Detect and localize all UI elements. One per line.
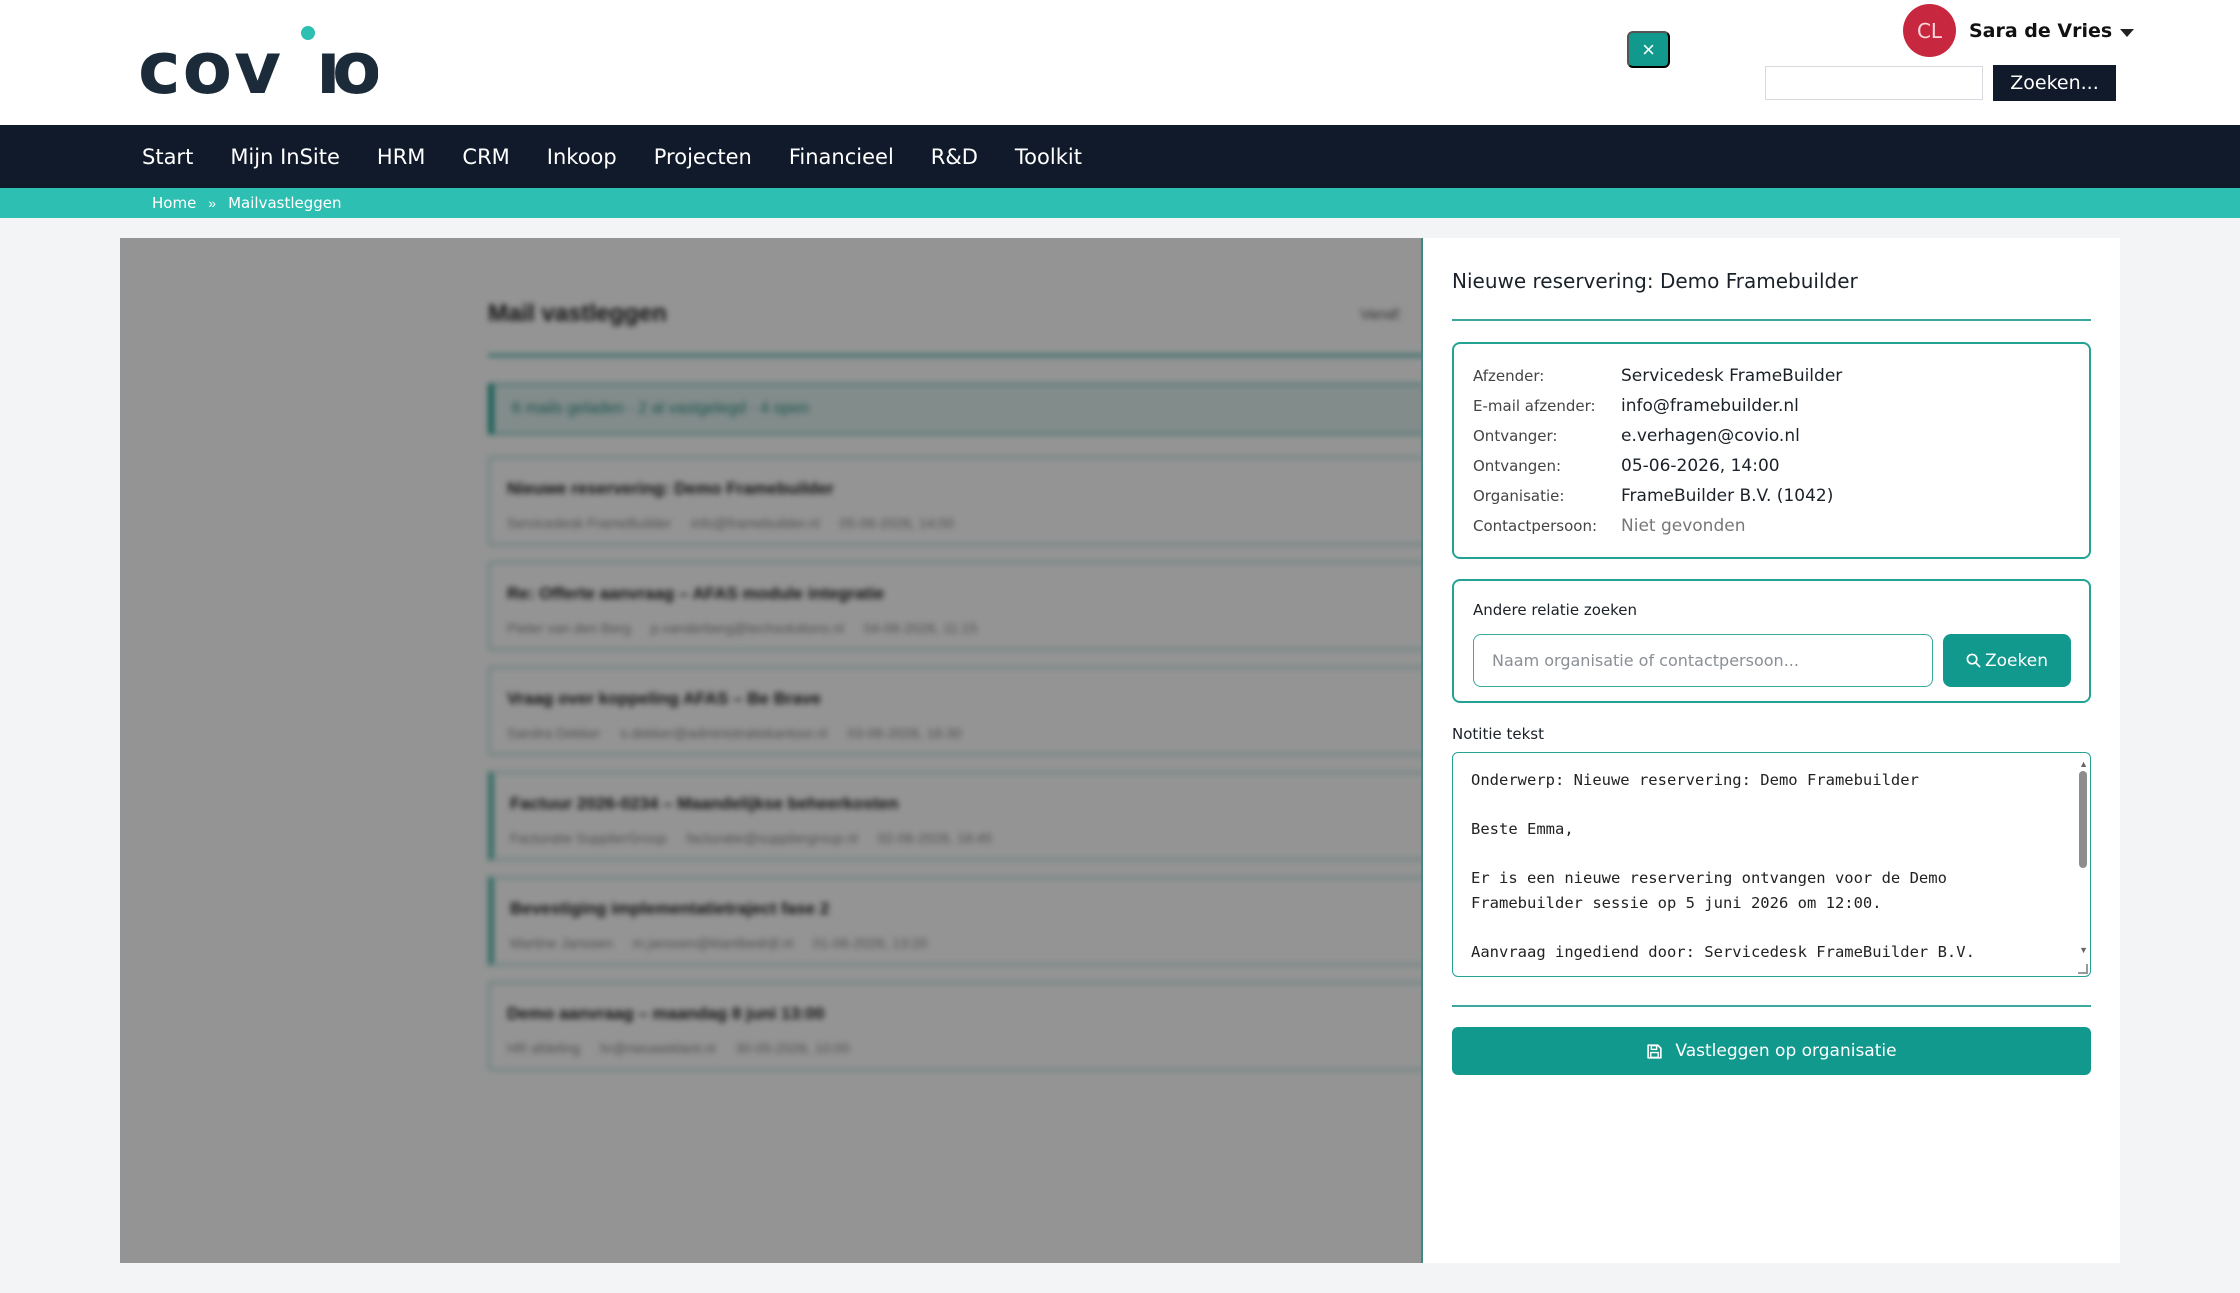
mail-detail-panel: Nieuwe reservering: Demo Framebuilder Af…	[1421, 238, 2120, 1263]
note-textarea[interactable]: Onderwerp: Nieuwe reservering: Demo Fram…	[1452, 752, 2091, 977]
avatar: CL	[1903, 4, 1956, 57]
nav-inkoop[interactable]: Inkoop	[547, 145, 617, 169]
nav-start[interactable]: Start	[142, 145, 193, 169]
resize-handle-icon[interactable]	[2078, 964, 2088, 974]
info-label: Contactpersoon:	[1473, 517, 1598, 535]
nav-financieel[interactable]: Financieel	[789, 145, 894, 169]
header-search-input[interactable]	[1765, 66, 1983, 100]
top-header: cov ı o CL Sara de Vries Zoeken...	[0, 0, 2240, 125]
info-label: Organisatie:	[1473, 487, 1565, 505]
covio-logo[interactable]: cov ı o	[138, 22, 378, 102]
info-row-email: E-mail afzender: info@framebuilder.nl	[1473, 391, 2089, 421]
info-value: 05-06-2026, 14:00	[1621, 456, 1780, 476]
header-search-button[interactable]: Zoeken...	[1993, 65, 2116, 101]
nav-mijn-insite[interactable]: Mijn InSite	[230, 145, 340, 169]
relation-search-label: Andere relatie zoeken	[1473, 601, 1637, 619]
info-value: FrameBuilder B.V. (1042)	[1621, 486, 1834, 506]
panel-title: Nieuwe reservering: Demo Framebuilder	[1452, 269, 1858, 293]
info-value: Niet gevonden	[1621, 516, 1746, 536]
search-icon	[1966, 653, 1981, 668]
nav-crm[interactable]: CRM	[462, 145, 509, 169]
divider	[1452, 319, 2091, 321]
breadcrumb-separator: »	[208, 195, 217, 211]
nav-projecten[interactable]: Projecten	[654, 145, 752, 169]
relation-search-button[interactable]: Zoeken	[1943, 634, 2071, 687]
breadcrumb-home[interactable]: Home	[152, 194, 196, 212]
scroll-down-icon[interactable]: ▼	[2079, 945, 2088, 955]
info-row-contactpersoon: Contactpersoon: Niet gevonden	[1473, 511, 2089, 541]
info-label: Ontvangen:	[1473, 457, 1562, 475]
chevron-down-icon	[2120, 28, 2135, 37]
info-value: e.verhagen@covio.nl	[1621, 426, 1800, 446]
info-label: E-mail afzender:	[1473, 397, 1596, 415]
relation-search-button-label: Zoeken	[1985, 650, 2048, 671]
note-text: Onderwerp: Nieuwe reservering: Demo Fram…	[1471, 771, 1975, 961]
scroll-up-icon[interactable]: ▲	[2079, 759, 2088, 769]
info-row-organisatie: Organisatie: FrameBuilder B.V. (1042)	[1473, 481, 2089, 511]
mail-info-box: Afzender: Servicedesk FrameBuilder E-mai…	[1452, 342, 2091, 559]
main-nav: Start Mijn InSite HRM CRM Inkoop Project…	[0, 125, 2240, 188]
nav-rd[interactable]: R&D	[931, 145, 978, 169]
breadcrumb-current: Mailvastleggen	[228, 194, 342, 212]
nav-toolkit[interactable]: Toolkit	[1015, 145, 1082, 169]
save-icon	[1647, 1043, 1663, 1059]
svg-text:cov: cov	[138, 26, 283, 102]
user-menu[interactable]: CL Sara de Vries	[1903, 4, 2135, 57]
save-to-organisation-button[interactable]: Vastleggen op organisatie	[1452, 1027, 2091, 1075]
main-content: Mail vastleggen Vanaf: 6 mails geladen ·…	[120, 238, 2120, 1263]
save-button-label: Vastleggen op organisatie	[1675, 1041, 1897, 1061]
info-row-ontvangen: Ontvangen: 05-06-2026, 14:00	[1473, 451, 2089, 481]
info-value: info@framebuilder.nl	[1621, 396, 1799, 416]
divider	[1452, 1005, 2091, 1007]
nav-hrm[interactable]: HRM	[377, 145, 426, 169]
scrollbar[interactable]	[2079, 771, 2087, 868]
relation-search-box: Andere relatie zoeken Zoeken	[1452, 579, 2091, 703]
info-value: Servicedesk FrameBuilder	[1621, 366, 1843, 386]
svg-text:o: o	[332, 26, 378, 102]
relation-search-input[interactable]	[1473, 634, 1933, 687]
info-row-ontvanger: Ontvanger: e.verhagen@covio.nl	[1473, 421, 2089, 451]
breadcrumb: Home » Mailvastleggen	[0, 188, 2240, 218]
note-label: Notitie tekst	[1452, 725, 1544, 743]
info-label: Afzender:	[1473, 367, 1545, 385]
info-row-afzender: Afzender: Servicedesk FrameBuilder	[1473, 361, 2089, 391]
close-icon: ×	[1642, 36, 1655, 62]
info-label: Ontvanger:	[1473, 427, 1558, 445]
user-name: Sara de Vries	[1969, 19, 2113, 42]
close-button[interactable]: ×	[1627, 31, 1670, 68]
modal-backdrop[interactable]	[120, 238, 1421, 1263]
